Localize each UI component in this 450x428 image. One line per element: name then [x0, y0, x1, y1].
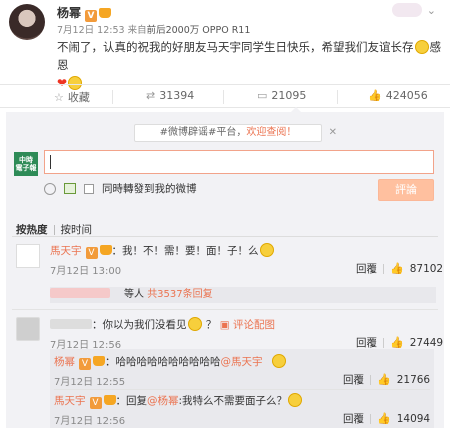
wink-emoji-icon: [288, 393, 303, 407]
repost-count: 31394: [159, 89, 195, 102]
reply-mention[interactable]: @馬天宇: [221, 356, 263, 368]
reply-body: :我特么不需要面子么？: [178, 395, 288, 407]
verified-v-icon: V: [85, 10, 98, 22]
reply-author[interactable]: 馬天宇: [54, 395, 86, 407]
comment-time: 7月12日 13:00: [50, 266, 122, 277]
vip-crown-icon: [103, 395, 116, 405]
commenter-avatar[interactable]: [16, 244, 40, 268]
tab-sort-hot[interactable]: 按热度: [16, 222, 48, 237]
more-replies-link[interactable]: 等人 共3537条回复: [50, 287, 436, 303]
reply-time: 7月12日 12:56: [54, 416, 126, 427]
comment-actions: 回覆 👍 87102: [356, 261, 443, 276]
thumbs-up-icon[interactable]: 👍: [377, 373, 391, 386]
emoji-picker-icon[interactable]: [44, 182, 56, 195]
tab-sort-time[interactable]: 按时间: [61, 222, 93, 237]
avatar-text: 中時: [19, 156, 33, 164]
author-avatar[interactable]: [9, 4, 45, 40]
post-source[interactable]: 前后2000万 OPPO R11: [147, 25, 251, 36]
more-replies-count[interactable]: 共3537条回复: [147, 289, 212, 300]
source-prefix: 来自: [127, 25, 147, 36]
star-icon: ☆: [54, 90, 64, 104]
shock-emoji-icon: [259, 243, 274, 257]
current-user-avatar[interactable]: 中時 電子報: [14, 152, 38, 176]
vip-crown-icon: [93, 356, 105, 366]
smirk-emoji-icon: [187, 317, 202, 331]
redacted-names: [50, 288, 110, 298]
smile-emoji-icon: [414, 40, 429, 54]
comment-actions: 回覆 👍 27449: [356, 335, 443, 350]
reply-text: 杨幂 V ：哈哈哈哈哈哈哈哈哈哈@馬天宇: [54, 354, 287, 370]
thumbs-up-icon[interactable]: 👍: [390, 262, 404, 275]
reply-button[interactable]: 回覆: [343, 411, 364, 426]
divider: [54, 389, 430, 390]
reply-button[interactable]: 回覆: [356, 335, 377, 350]
reply-button[interactable]: 回覆: [356, 261, 377, 276]
verified-v-icon: V: [79, 358, 91, 370]
reply-button[interactable]: 回覆: [343, 372, 364, 387]
comment-input[interactable]: [44, 150, 434, 174]
redacted-commenter-name[interactable]: [50, 319, 92, 329]
favorite-label: 收藏: [67, 91, 90, 104]
vip-crown-icon: [99, 8, 112, 18]
reply-like-count: 14094: [396, 412, 431, 425]
weibo-post-card: 杨幂 V ⌄ 7月12日 12:53 来自前后2000万 OPPO R11 不闹了…: [0, 0, 450, 428]
post-sticker: [392, 3, 422, 17]
favorite-button[interactable]: ☆ 收藏: [54, 89, 90, 105]
reply-author[interactable]: 杨幂: [54, 356, 75, 368]
repost-checkbox-label: 同時轉發到我的微博: [102, 183, 197, 195]
comment-body: ：你以为我们没看见: [92, 319, 187, 331]
chevron-down-icon[interactable]: ⌄: [427, 4, 436, 17]
reply-text: 馬天宇 V ：回复@杨幂:我特么不需要面子么？: [54, 393, 303, 409]
author-name[interactable]: 杨幂: [57, 6, 81, 20]
comment-icon: ▭: [257, 89, 268, 102]
divider: [12, 236, 438, 237]
more-prefix: 等人: [124, 289, 144, 300]
repost-icon: ⇄: [146, 89, 156, 102]
image-upload-icon[interactable]: [64, 183, 76, 194]
verified-v-icon: V: [89, 397, 102, 409]
verified-v-icon: V: [85, 247, 98, 259]
notice-link[interactable]: 欢迎查阅！: [246, 127, 296, 138]
notice-text: #微博辟谣#平台，: [159, 127, 247, 138]
comment-like-count: 87102: [409, 262, 444, 275]
comment-text: 馬天宇 V ：我！不！需！要！面！子！么: [50, 243, 275, 259]
like-count: 424056: [385, 89, 428, 102]
reply-like-count: 21766: [396, 373, 431, 386]
comment-count: 21095: [271, 89, 307, 102]
grin-emoji-icon: [271, 354, 286, 368]
thumbs-up-icon[interactable]: 👍: [390, 336, 404, 349]
comment-like-count: 27449: [409, 336, 444, 349]
comment-image-link[interactable]: 评论配图: [233, 319, 275, 331]
commenter-name[interactable]: 馬天宇: [50, 245, 82, 257]
author-name-row: 杨幂 V: [57, 4, 112, 22]
post-meta: 7月12日 12:53 来自前后2000万 OPPO R11: [57, 22, 250, 36]
comment-sort-tabs: 按热度 按时间: [16, 222, 92, 237]
image-icon: ▣: [219, 319, 230, 331]
avatar-subtext: 電子報: [15, 164, 37, 172]
rumor-notice: #微博辟谣#平台，欢迎查阅！ ✕: [134, 124, 337, 142]
post-action-bar: ☆ 收藏 ⇄ 31394 ▭ 21095 👍 424056: [0, 84, 450, 108]
close-icon[interactable]: ✕: [329, 125, 337, 141]
thumbs-up-icon: 👍: [368, 89, 382, 102]
reply-prefix: ：回复: [115, 395, 148, 407]
reply-time: 7月12日 12:55: [54, 377, 126, 388]
commenter-avatar[interactable]: [16, 317, 40, 341]
composer-tools: 同時轉發到我的微博: [44, 181, 197, 196]
reply-actions: 回覆 👍 14094: [343, 411, 430, 426]
like-button[interactable]: 👍 424056: [368, 89, 428, 102]
comment-text: ：你以为我们没看见 ？ ▣ 评论配图: [50, 317, 275, 332]
comment-button[interactable]: ▭ 21095: [257, 89, 306, 102]
vip-crown-icon: [99, 245, 112, 255]
post-time[interactable]: 7月12日 12:53: [57, 25, 125, 36]
reply-mention[interactable]: @杨幂: [147, 395, 179, 407]
reply-actions: 回覆 👍 21766: [343, 372, 430, 387]
post-text-body: 不闹了，认真的祝我的好朋友马天宇同学生日快乐，希望我们友谊长存: [57, 40, 414, 54]
repost-checkbox[interactable]: [84, 183, 94, 194]
thumbs-up-icon[interactable]: 👍: [377, 412, 391, 425]
send-comment-button[interactable]: 評論: [378, 179, 434, 201]
comment-body: ：我！不！需！要！面！子！么: [111, 245, 259, 257]
divider: [12, 309, 438, 310]
reply-body: ：哈哈哈哈哈哈哈哈哈哈: [105, 356, 221, 368]
repost-button[interactable]: ⇄ 31394: [146, 89, 194, 102]
